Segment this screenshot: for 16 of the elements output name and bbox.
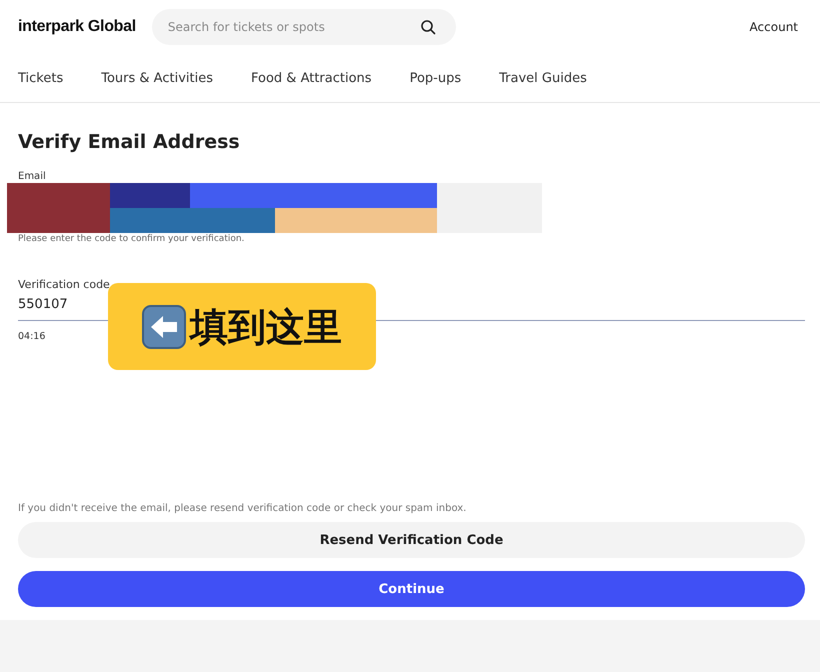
- account-link[interactable]: Account: [750, 20, 798, 34]
- nav-link[interactable]: Pop-ups: [410, 70, 462, 86]
- countdown-timer: 04:16: [18, 331, 46, 342]
- field-label: Email: [18, 171, 47, 182]
- hint-text: Please enter the code to confirm your verification.: [18, 234, 246, 244]
- nav-link[interactable]: Tours & Activities: [101, 70, 213, 86]
- nav-link[interactable]: Tickets: [18, 70, 64, 86]
- nav-link[interactable]: Food & Attractions: [251, 70, 372, 86]
- nav-link[interactable]: Travel Guides: [499, 70, 587, 86]
- search-field[interactable]: Search for tickets or spots: [152, 9, 456, 45]
- page-title: Verify Email Address: [18, 131, 241, 153]
- continue-button[interactable]: Continue: [18, 571, 805, 607]
- notice-text: If you didn't receive the email, please resend verification code or check your spam inbox.: [18, 503, 468, 514]
- field-label: Verification code: [18, 278, 111, 291]
- resend-button[interactable]: Resend Verification Code: [18, 522, 805, 558]
- logo[interactable]: interpark Global: [18, 18, 136, 36]
